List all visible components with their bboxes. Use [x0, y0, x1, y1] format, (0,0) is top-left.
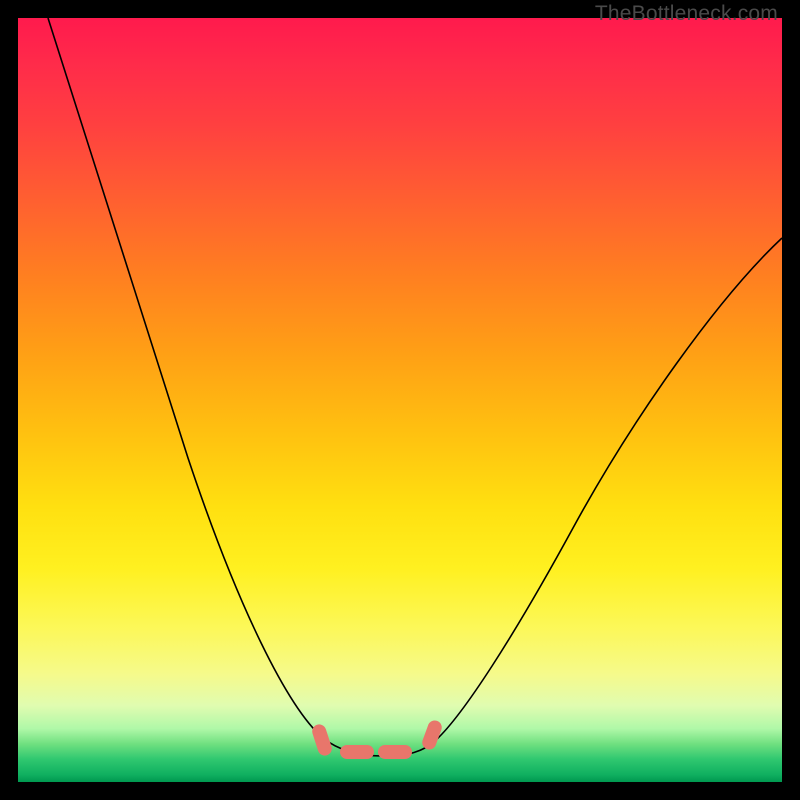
outer-frame: TheBottleneck.com — [0, 0, 800, 800]
marker-2 — [340, 745, 374, 759]
marker-3 — [378, 745, 412, 759]
bottleneck-curve — [48, 18, 782, 756]
watermark-text: TheBottleneck.com — [595, 2, 778, 26]
marker-1 — [310, 723, 333, 758]
chart-svg — [18, 18, 782, 782]
plot-area — [18, 18, 782, 782]
marker-group — [310, 719, 443, 759]
